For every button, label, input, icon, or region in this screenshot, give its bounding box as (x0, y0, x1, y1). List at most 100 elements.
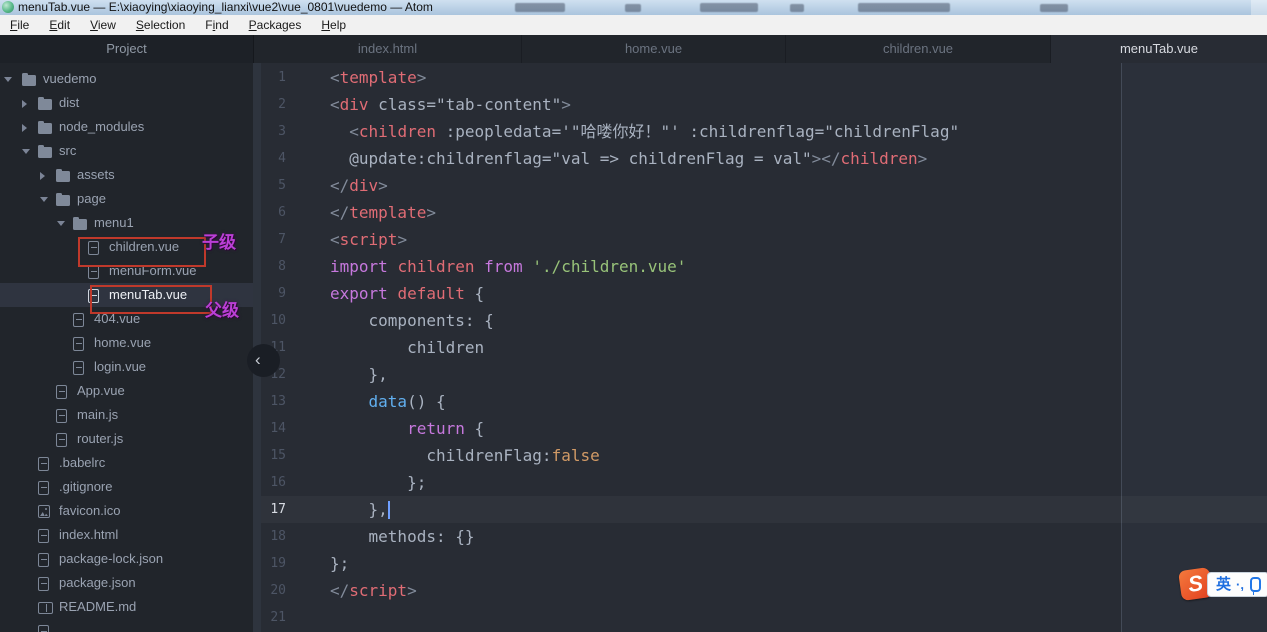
file-icon (38, 625, 49, 632)
tree-item-node_modules[interactable]: node_modules (0, 115, 253, 139)
code-line-18[interactable]: 18 methods: {} (261, 523, 1267, 550)
image-file-icon (38, 505, 50, 518)
tree-item-index.html[interactable]: index.html (0, 523, 253, 547)
code-text: <script> (330, 230, 408, 249)
tree-item-label: assets (77, 167, 115, 182)
code-line-13[interactable]: 13 data() { (261, 388, 1267, 415)
chevron-right-icon[interactable] (22, 124, 27, 132)
project-tree-panel[interactable]: 子级 父级 vuedemo dist node_modules src assets pa… (0, 63, 253, 632)
menu-selection[interactable]: Selection (126, 16, 195, 35)
atom-app-icon (2, 1, 14, 13)
code-text: <div class="tab-content"> (330, 95, 571, 114)
tab-index.html[interactable]: index.html (254, 35, 522, 63)
tree-item-dist[interactable]: dist (0, 91, 253, 115)
code-line-14[interactable]: 14 return { (261, 415, 1267, 442)
tree-item-partial[interactable] (0, 619, 253, 632)
tree-collapse-toggle[interactable]: ‹ (247, 344, 280, 377)
line-number: 14 (270, 421, 286, 436)
menu-view[interactable]: View (80, 16, 126, 35)
chevron-down-icon[interactable] (40, 197, 48, 202)
ime-punctuation-mode[interactable]: ·, (1236, 577, 1244, 592)
tree-item-label: page (77, 191, 106, 206)
code-line-1[interactable]: 1 <template> (261, 64, 1267, 91)
folder-icon (22, 73, 36, 86)
menu-packages[interactable]: Packages (239, 16, 312, 35)
menu-file[interactable]: File (0, 16, 39, 35)
background-window-artifact (1040, 4, 1068, 12)
code-line-8[interactable]: 8 import children from './children.vue' (261, 253, 1267, 280)
code-line-9[interactable]: 9 export default { (261, 280, 1267, 307)
tree-item-router.js[interactable]: router.js (0, 427, 253, 451)
tree-item-label: App.vue (77, 383, 125, 398)
tree-item-vuedemo[interactable]: vuedemo (0, 67, 253, 91)
chevron-right-icon[interactable] (40, 172, 45, 180)
chevron-down-icon[interactable] (4, 77, 12, 82)
file-icon (56, 409, 67, 423)
code-text: }, (330, 365, 388, 384)
tree-item-label: dist (59, 95, 80, 110)
tree-item-label: src (59, 143, 77, 158)
tree-item-login.vue[interactable]: login.vue (0, 355, 253, 379)
tree-item-.babelrc[interactable]: .babelrc (0, 451, 253, 475)
microphone-icon[interactable] (1249, 577, 1261, 595)
code-line-16[interactable]: 16 }; (261, 469, 1267, 496)
chevron-down-icon[interactable] (57, 221, 65, 226)
tree-item-readme.md[interactable]: README.md (0, 595, 253, 619)
code-text: children (330, 338, 485, 357)
tree-item-label: home.vue (94, 335, 152, 350)
code-line-20[interactable]: 20 </script> (261, 577, 1267, 604)
tab-menutab.vue[interactable]: menuTab.vue (1051, 35, 1267, 63)
code-text: <children :peopledata='"哈喽你好！"' :childre… (349, 122, 960, 141)
code-line-12[interactable]: 12 }, (261, 361, 1267, 388)
code-line-4[interactable]: 4 @update:childrenflag="val => childrenF… (261, 145, 1267, 172)
code-text: }, (330, 500, 390, 519)
menu-find[interactable]: Find (195, 16, 238, 35)
code-line-5[interactable]: 5 </div> (261, 172, 1267, 199)
tree-item-src[interactable]: src (0, 139, 253, 163)
readme-icon (38, 602, 53, 614)
chevron-down-icon[interactable] (22, 149, 30, 154)
window-title: menuTab.vue — E:\xiaoying\xiaoying_lianx… (18, 0, 433, 14)
code-text: }; (330, 473, 427, 492)
code-line-2[interactable]: 2 <div class="tab-content"> (261, 91, 1267, 118)
atom-window: menuTab.vue — E:\xiaoying\xiaoying_lianx… (0, 0, 1267, 632)
tab-children.vue[interactable]: children.vue (786, 35, 1051, 63)
code-lines: 1 <template> 2 <div class="tab-content"> 3 <… (261, 64, 1267, 631)
tree-item-page[interactable]: page (0, 187, 253, 211)
code-line-19[interactable]: 19}; (261, 550, 1267, 577)
line-number: 21 (270, 610, 286, 625)
tree-item-.gitignore[interactable]: .gitignore (0, 475, 253, 499)
menu-edit[interactable]: Edit (39, 16, 80, 35)
background-window-artifact (790, 4, 804, 12)
tree-item-home.vue[interactable]: home.vue (0, 331, 253, 355)
menu-help[interactable]: Help (311, 16, 356, 35)
code-line-6[interactable]: 6 </template> (261, 199, 1267, 226)
code-text: </div> (330, 176, 388, 195)
tree-item-favicon.ico[interactable]: favicon.ico (0, 499, 253, 523)
file-icon (38, 529, 49, 543)
chevron-right-icon[interactable] (22, 100, 27, 108)
code-line-7[interactable]: 7 <script> (261, 226, 1267, 253)
code-line-15[interactable]: 15 childrenFlag:false (261, 442, 1267, 469)
ime-status-bar[interactable]: 英 ·, (1207, 572, 1267, 597)
tree-item-label: vuedemo (43, 71, 97, 86)
line-number: 13 (270, 394, 286, 409)
code-line-3[interactable]: 3 <children :peopledata='"哈喽你好！"' :child… (261, 118, 1267, 145)
line-number: 5 (278, 178, 286, 193)
line-number: 1 (278, 70, 286, 85)
code-line-21[interactable]: 21 (261, 604, 1267, 631)
code-line-10[interactable]: 10 components: { (261, 307, 1267, 334)
tree-item-assets[interactable]: assets (0, 163, 253, 187)
tab-home.vue[interactable]: home.vue (522, 35, 786, 63)
code-editor[interactable]: 1 <template> 2 <div class="tab-content"> 3 <… (261, 63, 1267, 632)
tree-item-package.json[interactable]: package.json (0, 571, 253, 595)
folder-icon (56, 193, 70, 206)
code-line-11[interactable]: 11 children (261, 334, 1267, 361)
code-line-17[interactable]: 17 }, (261, 496, 1267, 523)
tree-item-main.js[interactable]: main.js (0, 403, 253, 427)
tree-item-package-lock.json[interactable]: package-lock.json (0, 547, 253, 571)
ime-language-mode[interactable]: 英 (1216, 572, 1231, 597)
annotation-box-children-vue (78, 237, 206, 267)
file-icon (73, 361, 84, 375)
tree-item-app.vue[interactable]: App.vue (0, 379, 253, 403)
